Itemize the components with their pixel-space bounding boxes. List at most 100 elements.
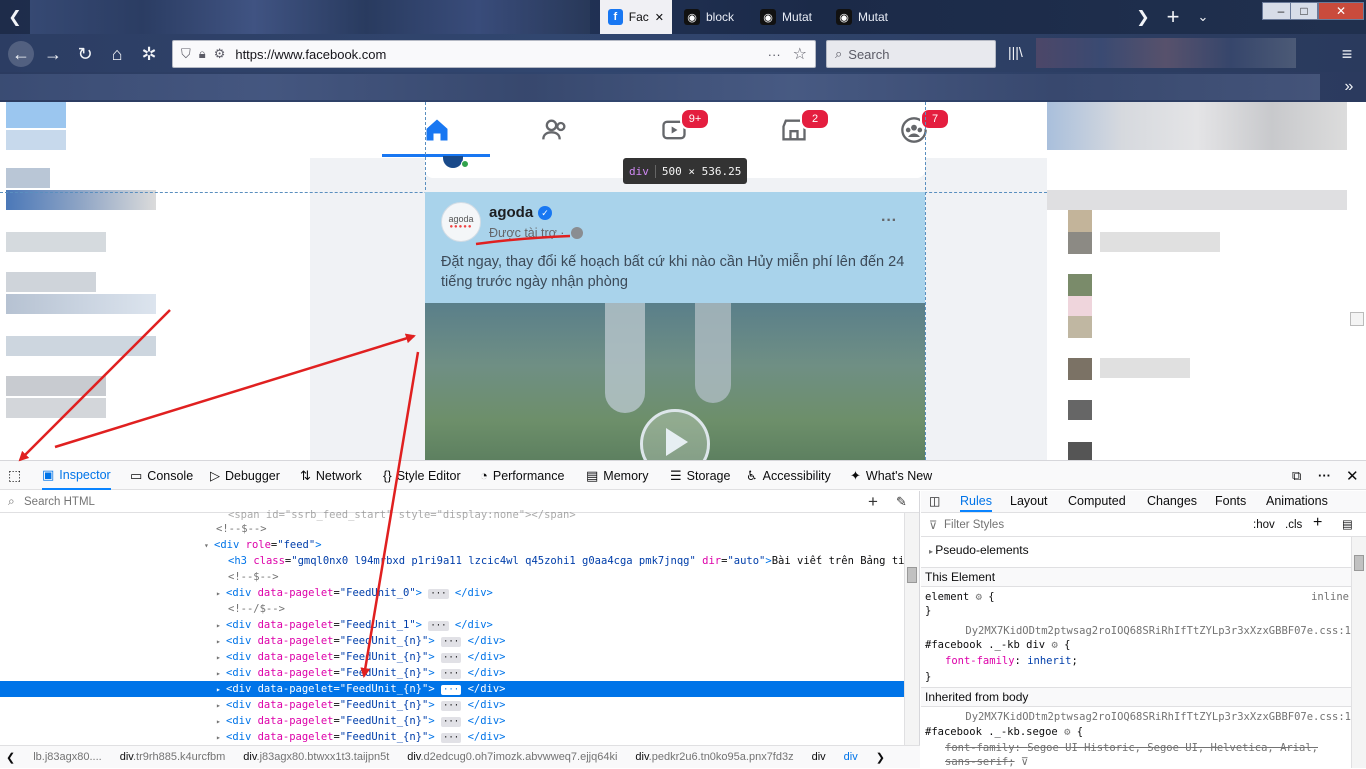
tab-block[interactable]: ◉ block [676,0,748,34]
breadcrumb-item[interactable]: div.pedkr2u6.tn0ko95a.pnx7fd3z [626,751,802,763]
home-icon[interactable] [423,116,451,144]
markup-line-feedunit[interactable]: ▸ <div data-pagelet="FeedUnit_{n}"> ··· <… [0,649,904,665]
search-bar[interactable]: ⌕ Search [826,40,996,68]
breadcrumb-item[interactable]: div.tr9rh885.k4urcfbm [111,751,235,763]
markup-line-feedunit[interactable]: ▸ <div data-pagelet="FeedUnit_{n}"> ··· <… [0,729,904,745]
filter-row: ⊽ Filter Styles :hov .cls + ▤ [921,513,1366,537]
scrollbar-thumb[interactable] [907,567,917,583]
markup-line[interactable]: <!--$--> [0,521,904,537]
devtools-menu-icon[interactable]: ··· [1318,461,1331,490]
list-tabs-icon[interactable]: ⌄ [1190,4,1216,30]
breadcrumb-scroll-right-icon[interactable]: ❯ [867,751,894,764]
settings-gear-icon[interactable]: ✲ [136,41,162,67]
breadcrumb-item-current[interactable]: div [835,751,867,763]
menu-icon[interactable]: ≡ [1334,41,1360,67]
markup-line-feedunit[interactable]: ▸ <div data-pagelet="FeedUnit_{n}"> ··· <… [0,697,904,713]
add-rule-icon[interactable]: + [1313,514,1322,532]
post-options-icon[interactable]: ··· [881,212,897,230]
tab-scroll-left-icon[interactable]: ❮ [2,4,28,30]
element-rule[interactable]: element ⚙ { inline [925,591,1355,603]
tab-mutat-2[interactable]: ◉ Mutat [828,0,900,34]
breadcrumb-item[interactable]: div.j83agx80.btwxx1t3.taijpn5t [234,751,398,763]
tracking-shield-icon[interactable]: ⛉ [181,46,191,62]
page-scrollbar-thumb[interactable] [1350,312,1364,326]
url-bar[interactable]: ⛉ 🔒︎ ⚙ https://www.facebook.com ··· ☆ [172,40,816,68]
tab-network[interactable]: ⇅ Network [300,461,362,490]
tab-mutat-1[interactable]: ◉ Mutat [752,0,824,34]
toggle-sidebar-icon[interactable]: ◫ [929,491,940,512]
markup-line-feedunit[interactable]: ▸ <div data-pagelet="FeedUnit_{n}"> ··· <… [0,713,904,729]
breadcrumb-item[interactable]: div [803,751,835,763]
markup-line-feedunit[interactable]: ▸ <div data-pagelet="FeedUnit_{n}"> ··· <… [0,633,904,649]
bookmark-star-icon[interactable]: ☆ [793,44,807,64]
tab-style-editor[interactable]: {} Style Editor [383,461,461,490]
close-window-button[interactable]: ✕ [1318,2,1364,20]
hov-button[interactable]: :hov [1253,519,1275,531]
post-author[interactable]: agoda [489,204,533,221]
markup-line-feedunit[interactable]: ▸ <div data-pagelet="FeedUnit_1"> ··· </d… [0,617,904,633]
friends-icon[interactable] [541,116,569,144]
forward-icon[interactable]: → [40,41,66,67]
rule-selector[interactable]: #facebook ._-kb div ⚙ { [925,639,1355,651]
permissions-icon[interactable]: ⚙ [214,46,226,62]
markup-line-feedunit[interactable]: ▸ <div data-pagelet="FeedUnit_{n}"> ··· <… [0,665,904,681]
tab-accessibility[interactable]: ♿︎ Accessibility [746,461,831,490]
tab-fonts[interactable]: Fonts [1215,491,1246,512]
library-icon[interactable]: |||\ [1008,44,1023,60]
tab-debugger[interactable]: ▷ Debugger [210,461,280,490]
pseudo-elements-toggle[interactable]: ▸ Pseudo-elements [929,543,1359,557]
url-text[interactable]: https://www.facebook.com [235,47,386,62]
home-icon[interactable]: ⌂ [104,41,130,67]
lock-icon[interactable]: 🔒︎ [199,46,206,62]
sponsored-label[interactable]: Được tài trợ · [489,226,564,240]
tab-facebook[interactable]: f Fac ✕ [600,0,672,34]
tab-layout[interactable]: Layout [1010,491,1048,512]
tab-memory[interactable]: ▤ Memory [586,461,648,490]
breadcrumb-scroll-left-icon[interactable]: ❮ [0,751,24,764]
element-picker-icon[interactable]: ⬚ [8,461,21,490]
rules-scrollbar[interactable] [1351,537,1366,768]
bookmarks-overflow-icon[interactable]: » [1336,74,1362,100]
tab-rules[interactable]: Rules [960,491,992,512]
whats-new-icon: ✦ [850,467,861,483]
markup-line-feed[interactable]: ▾ <div role="feed"> [0,537,904,553]
tab-whats-new[interactable]: ✦ What's New [850,461,932,490]
agoda-logo[interactable]: agoda ●●●●● [441,202,481,242]
markup-line[interactable]: <!--/$--> [0,601,904,617]
rule-declaration-overridden[interactable]: font-family: Segoe UI Historic, Segoe UI… [945,741,1335,769]
scrollbar-thumb[interactable] [1354,555,1364,571]
tab-animations[interactable]: Animations [1266,491,1328,512]
rule-selector[interactable]: #facebook ._-kb.segoe ⚙ { [925,726,1355,738]
rule-declaration[interactable]: font-family: inherit; [945,655,1366,667]
post-video[interactable] [425,303,925,460]
search-html-input[interactable] [24,495,624,508]
dock-icon[interactable]: ⧉ [1292,461,1301,490]
tab-computed[interactable]: Computed [1068,491,1126,512]
breadcrumb-item[interactable]: lb.j83agx80.... [24,751,111,763]
maximize-button[interactable]: □ [1290,2,1318,20]
tab-storage[interactable]: ☰ Storage [670,461,730,490]
print-media-icon[interactable]: ▤ [1342,517,1353,531]
markup-line-selected[interactable]: ▸ <div data-pagelet="FeedUnit_{n}"> ··· <… [0,681,904,697]
close-tab-icon[interactable]: ✕ [655,11,664,24]
close-devtools-icon[interactable]: ✕ [1346,461,1359,490]
tab-performance[interactable]: ◔ Performance [480,461,564,490]
breadcrumb-item[interactable]: div.d2edcug0.oh7imozk.abvwweq7.ejjq64ki [398,751,626,763]
tab-scroll-right-icon[interactable]: ❯ [1130,4,1156,30]
markup-line-feedunit[interactable]: ▸ <div data-pagelet="FeedUnit_0"> ··· </d… [0,585,904,601]
page-actions-icon[interactable]: ··· [768,47,781,62]
blur-block [6,398,106,418]
cls-button[interactable]: .cls [1285,519,1302,531]
markup-line-h3[interactable]: <h3 class="gmql0nx0 l94mrbxd p1ri9a11 lz… [0,553,904,569]
tab-changes[interactable]: Changes [1147,491,1197,512]
tab-console[interactable]: ▭ Console [130,461,193,490]
inherited-header: Inherited from body [921,687,1351,707]
new-tab-icon[interactable]: + [1160,4,1186,30]
back-icon[interactable]: ← [8,41,34,67]
tab-inspector[interactable]: ▣ Inspector [42,461,111,490]
accessibility-icon: ♿︎ [746,467,758,483]
filter-styles-input[interactable]: Filter Styles [944,519,1004,531]
reload-icon[interactable]: ↻ [72,41,98,67]
markup-scrollbar[interactable] [904,513,919,745]
markup-line[interactable]: <!--$--> [0,569,904,585]
